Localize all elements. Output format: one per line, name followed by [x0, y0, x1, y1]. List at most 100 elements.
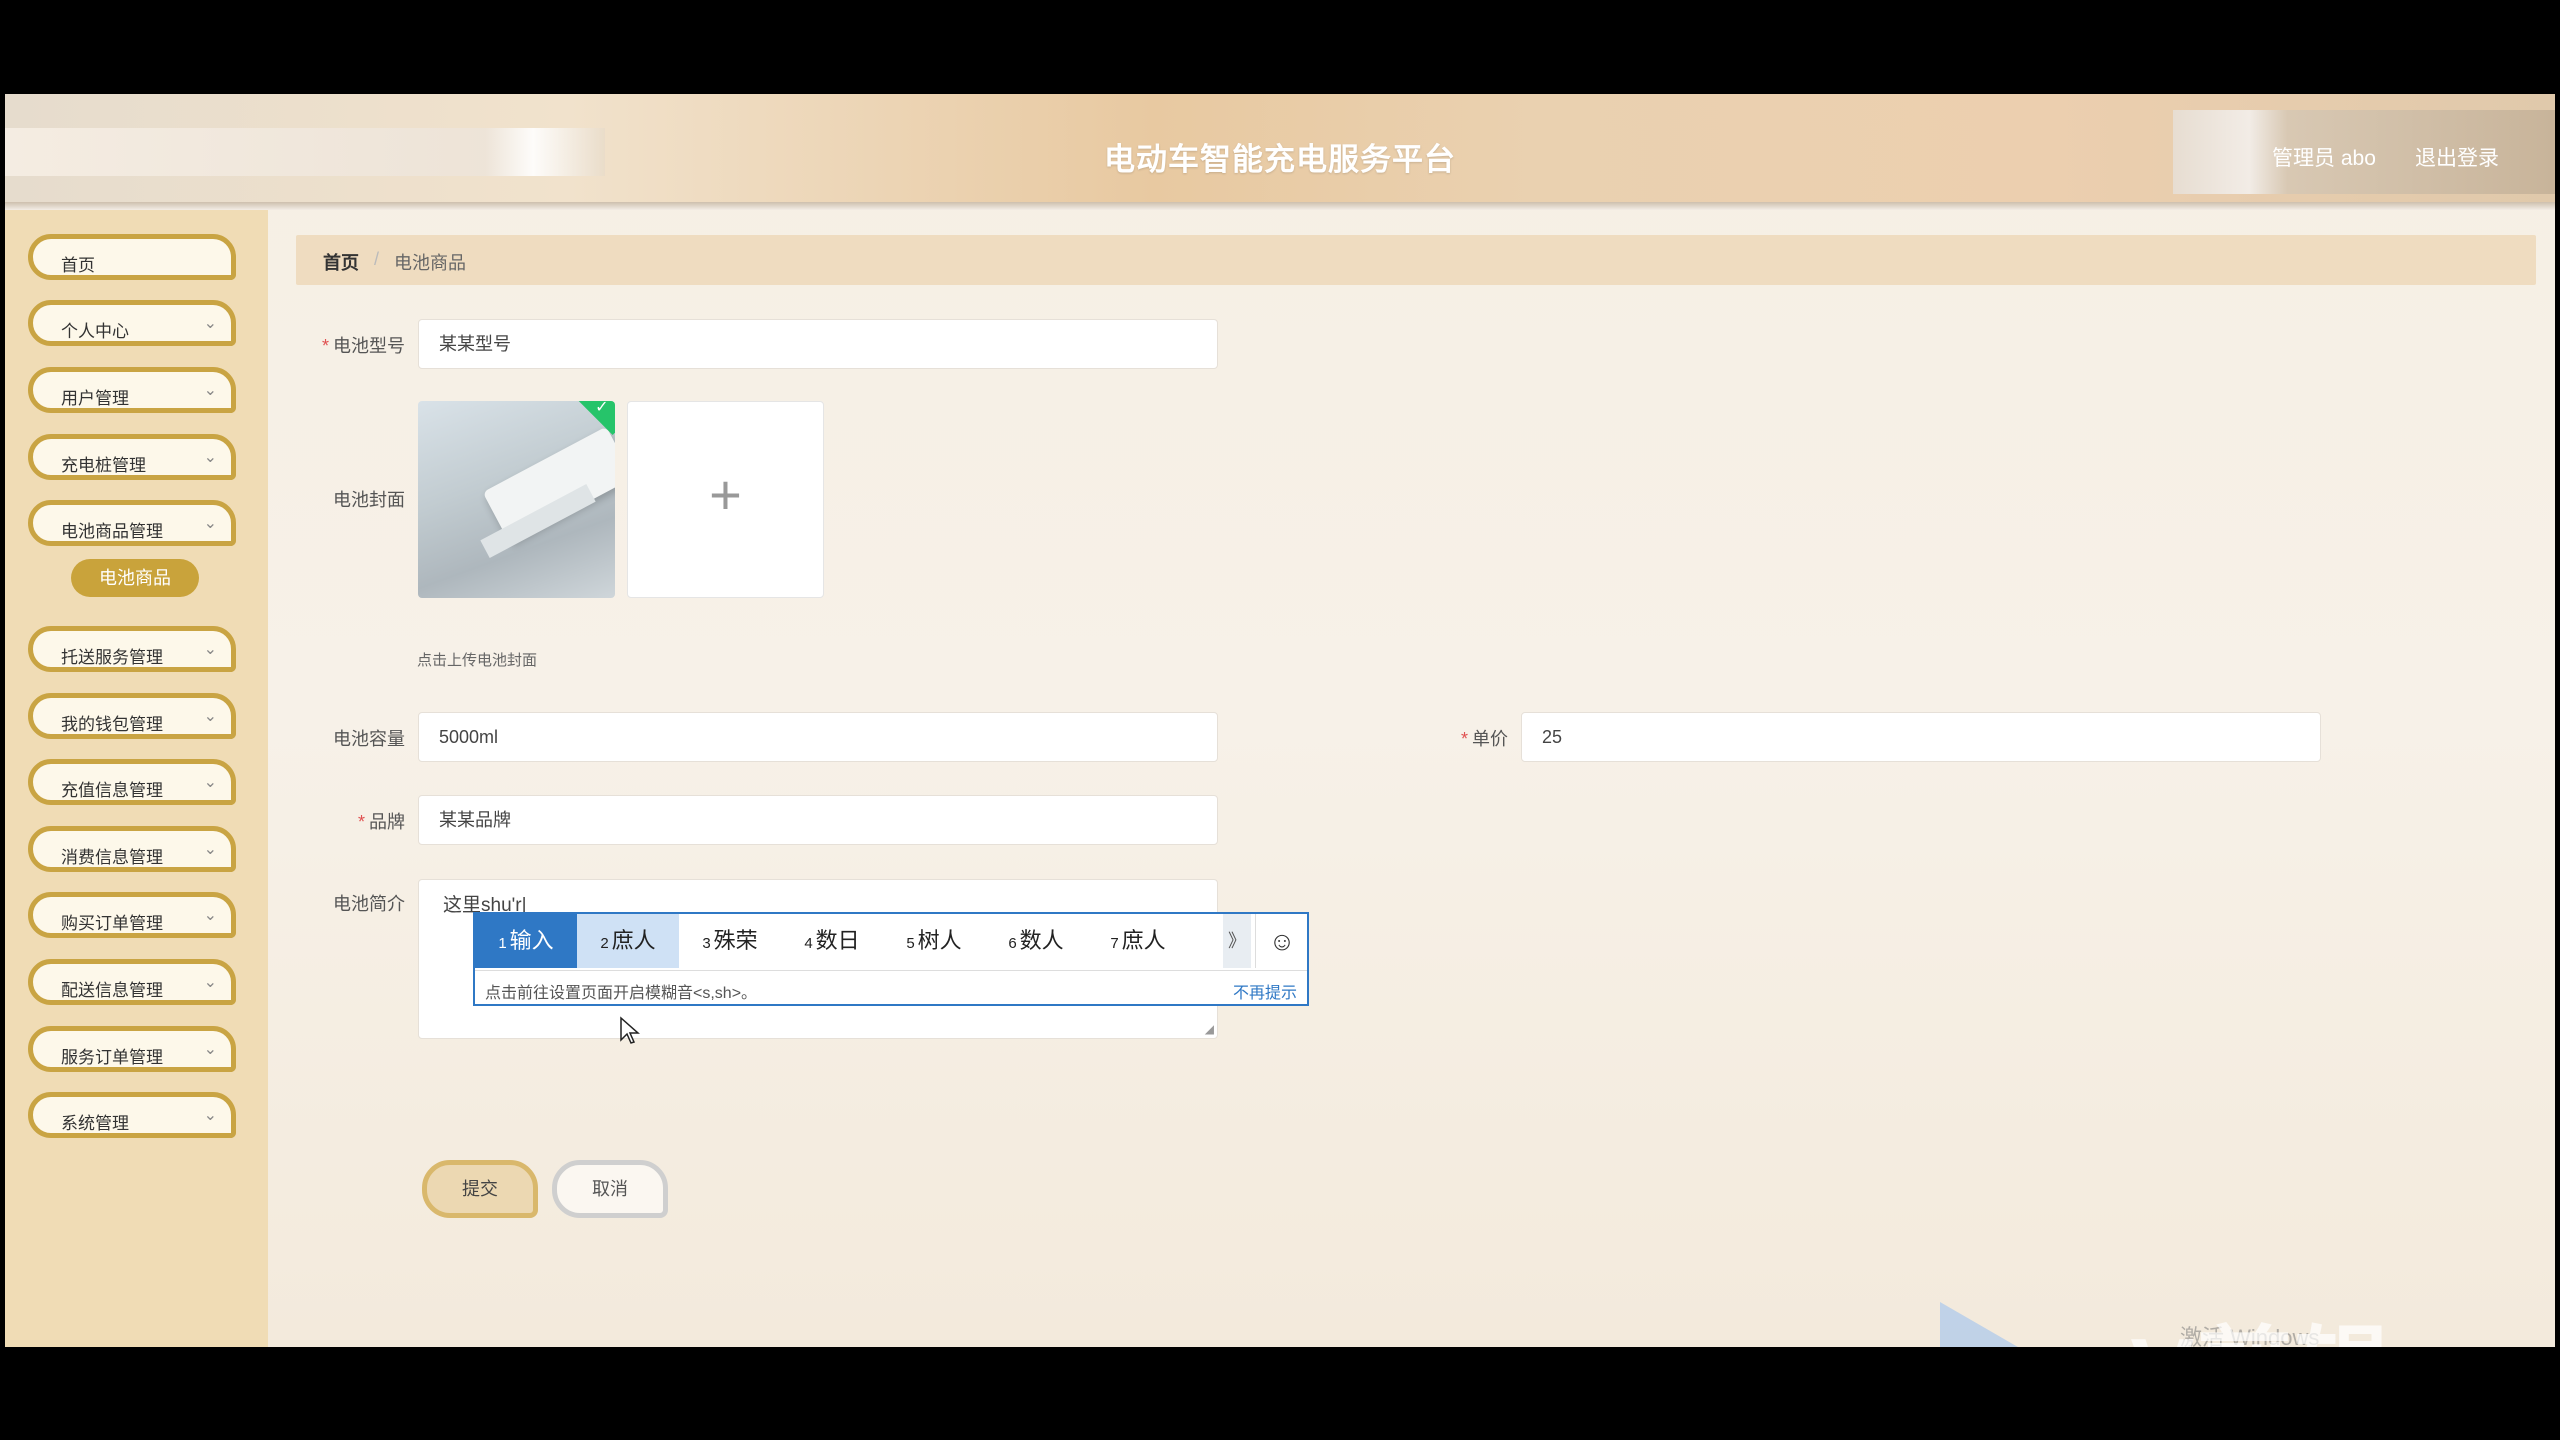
ime-emoji-icon[interactable]: ☺ [1255, 914, 1308, 968]
sidebar-item-recharge-info-management[interactable]: 充值信息管理 ⌄ [28, 759, 236, 805]
sidebar-item-charging-pile-management[interactable]: 充电桩管理 ⌄ [28, 434, 236, 480]
sidebar-item-label: 系统管理 [61, 1114, 129, 1133]
candidate-number: 2 [600, 935, 609, 952]
chevron-down-icon: ⌄ [203, 841, 217, 858]
sidebar-item-system-management[interactable]: 系统管理 ⌄ [28, 1092, 236, 1138]
logout-link[interactable]: 退出登录 [2415, 142, 2499, 172]
breadcrumb: 首页 / 电池商品 [296, 235, 2536, 285]
required-mark: * [1460, 729, 1468, 749]
ime-dismiss-link[interactable]: 不再提示 [1233, 979, 1297, 1003]
candidate-text: 数人 [1019, 928, 1064, 953]
sidebar-item-home[interactable]: 首页 [28, 234, 236, 280]
battery-cover-image[interactable]: ✓ [418, 401, 615, 598]
sidebar-item-delivery-info-management[interactable]: 配送信息管理 ⌄ [28, 959, 236, 1005]
candidate-number: 4 [804, 935, 813, 952]
chevron-down-icon: ⌄ [203, 449, 217, 466]
sidebar-item-label: 我的钱包管理 [61, 715, 163, 734]
candidate-text: 庶人 [611, 928, 656, 953]
unit-price-label-text: 单价 [1472, 729, 1508, 749]
candidate-text: 输入 [509, 928, 554, 953]
app-window: 电动车智能充电服务平台 管理员 abo 退出登录 首页 个人中心 ⌄ 用户管理 … [5, 94, 2555, 1347]
watermark-play-icon [1940, 1302, 2030, 1347]
chevron-down-icon: ⌄ [203, 774, 217, 791]
sidebar: 首页 个人中心 ⌄ 用户管理 ⌄ 充电桩管理 ⌄ 电池商品管理 ⌄ 电池商品 托… [5, 210, 268, 1347]
brand-input[interactable]: 某某品牌 [418, 795, 1218, 845]
upload-success-badge: ✓ [573, 401, 615, 435]
watermark-text: eV剪辑 [2075, 1294, 2392, 1347]
sidebar-item-service-order-management[interactable]: 服务订单管理 ⌄ [28, 1026, 236, 1072]
plus-icon: + [709, 463, 742, 526]
ime-tip-bar: 点击前往设置页面开启模糊音<s,sh>。 不再提示 [475, 970, 1307, 1007]
sidebar-item-label: 托送服务管理 [61, 648, 163, 667]
battery-capacity-input[interactable]: 5000ml [418, 712, 1218, 762]
ime-candidate-5[interactable]: 5 树人 [883, 914, 985, 968]
sidebar-item-label: 个人中心 [61, 322, 129, 341]
required-mark: * [357, 812, 365, 832]
sidebar-item-personal-center[interactable]: 个人中心 ⌄ [28, 300, 236, 346]
resize-grip-icon[interactable]: ◢ [1205, 1022, 1214, 1036]
breadcrumb-current: 电池商品 [394, 253, 466, 273]
check-icon: ✓ [595, 401, 609, 417]
sidebar-item-battery-product-management[interactable]: 电池商品管理 ⌄ [28, 500, 236, 546]
sidebar-subitem-battery-product[interactable]: 电池商品 [71, 559, 199, 597]
candidate-text: 数日 [815, 928, 860, 953]
unit-price-input[interactable]: 25 [1521, 712, 2321, 762]
ime-tip-text[interactable]: 点击前往设置页面开启模糊音<s,sh>。 [485, 979, 757, 1003]
ime-candidate-row: 1 输入 2 庶人 3 殊荣 4 数日 5 树人 6 数人 7 庶人 》 ☺ [475, 914, 1307, 970]
candidate-number: 5 [906, 935, 915, 952]
chevron-down-icon: ⌄ [203, 1041, 217, 1058]
battery-cover-label: 电池封面 [333, 490, 405, 510]
sidebar-item-label: 购买订单管理 [61, 914, 163, 933]
battery-model-label: * 电池型号 [285, 332, 405, 358]
battery-model-input[interactable]: 某某型号 [418, 319, 1218, 369]
sidebar-item-user-management[interactable]: 用户管理 ⌄ [28, 367, 236, 413]
ime-candidate-4[interactable]: 4 数日 [781, 914, 883, 968]
sidebar-item-wallet-management[interactable]: 我的钱包管理 ⌄ [28, 693, 236, 739]
ime-candidate-7[interactable]: 7 庶人 [1087, 914, 1189, 968]
sidebar-item-delivery-service-management[interactable]: 托送服务管理 ⌄ [28, 626, 236, 672]
breadcrumb-home[interactable]: 首页 [323, 249, 359, 275]
ime-candidate-2[interactable]: 2 庶人 [577, 914, 679, 968]
sidebar-item-label: 配送信息管理 [61, 981, 163, 1000]
battery-intro-label: 电池简介 [333, 894, 405, 914]
candidate-text: 庶人 [1121, 928, 1166, 953]
chevron-down-icon: ⌄ [203, 1107, 217, 1124]
chevron-down-icon: ⌄ [203, 641, 217, 658]
battery-model-label-text: 电池型号 [333, 336, 405, 356]
candidate-text: 树人 [917, 928, 962, 953]
chevron-down-icon: ⌄ [203, 315, 217, 332]
cancel-button[interactable]: 取消 [552, 1160, 668, 1218]
upload-cover-button[interactable]: + [627, 401, 824, 598]
ime-candidate-3[interactable]: 3 殊荣 [679, 914, 781, 968]
unit-price-label: * 单价 [1388, 725, 1508, 751]
brand-label-text: 品牌 [369, 812, 405, 832]
header-divider [5, 202, 2555, 210]
submit-button[interactable]: 提交 [422, 1160, 538, 1218]
sidebar-item-label: 首页 [61, 256, 95, 275]
chevron-down-icon: ⌄ [203, 907, 217, 924]
sidebar-item-label: 消费信息管理 [61, 848, 163, 867]
candidate-number: 3 [702, 935, 711, 952]
ime-candidate-window: 1 输入 2 庶人 3 殊荣 4 数日 5 树人 6 数人 7 庶人 》 ☺ 点击前往设置页面… [473, 912, 1309, 1006]
mouse-cursor-icon [620, 1016, 640, 1044]
sidebar-item-label: 充值信息管理 [61, 781, 163, 800]
sidebar-item-consumption-info-management[interactable]: 消费信息管理 ⌄ [28, 826, 236, 872]
sidebar-item-purchase-order-management[interactable]: 购买订单管理 ⌄ [28, 892, 236, 938]
chevron-down-icon: ⌄ [203, 382, 217, 399]
ime-candidate-6[interactable]: 6 数人 [985, 914, 1087, 968]
sidebar-item-label: 服务订单管理 [61, 1048, 163, 1067]
sidebar-item-label: 电池商品管理 [61, 522, 163, 541]
admin-label: 管理员 abo [2272, 147, 2376, 170]
chevron-down-icon: ⌄ [203, 515, 217, 532]
required-mark: * [321, 336, 329, 356]
ime-more-icon[interactable]: 》 [1223, 914, 1251, 968]
upload-hint: 点击上传电池封面 [417, 652, 538, 669]
chevron-down-icon: ⌄ [203, 708, 217, 725]
battery-capacity-label: 电池容量 [333, 729, 405, 749]
candidate-number: 7 [1110, 935, 1119, 952]
candidate-number: 6 [1008, 935, 1017, 952]
breadcrumb-separator: / [374, 249, 380, 269]
brand-label: * 品牌 [285, 808, 405, 834]
candidate-text: 殊荣 [713, 928, 758, 953]
ime-candidate-1[interactable]: 1 输入 [475, 914, 577, 968]
